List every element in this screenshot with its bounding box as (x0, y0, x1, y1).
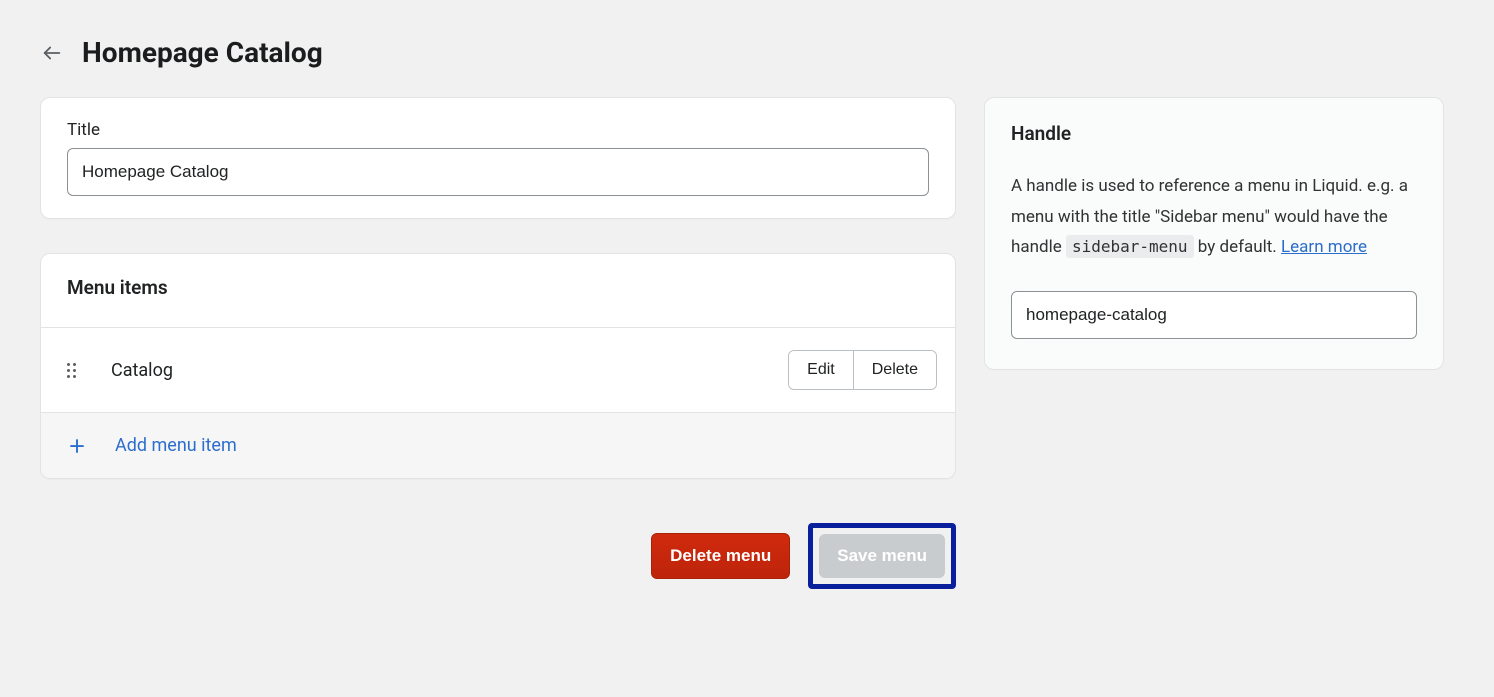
handle-title: Handle (1011, 122, 1417, 145)
actions-row: Delete menu Save menu (40, 523, 956, 589)
delete-button[interactable]: Delete (853, 351, 936, 389)
learn-more-link[interactable]: Learn more (1281, 237, 1367, 257)
title-card: Title (40, 97, 956, 219)
page-title: Homepage Catalog (82, 36, 323, 69)
menu-items-card: Menu items Catalog Edit Delete (40, 253, 956, 479)
add-menu-item-label: Add menu item (115, 435, 237, 456)
add-menu-item-row[interactable]: Add menu item (41, 413, 955, 478)
menu-items-header: Menu items (41, 254, 955, 327)
handle-code-example: sidebar-menu (1066, 235, 1194, 258)
menu-item-row: Catalog Edit Delete (41, 328, 955, 412)
back-arrow-icon[interactable] (40, 41, 64, 65)
handle-description: A handle is used to reference a menu in … (1011, 171, 1417, 263)
plus-icon (67, 436, 87, 456)
menu-item-label: Catalog (111, 360, 788, 381)
title-input[interactable] (67, 148, 929, 196)
menu-item-actions: Edit Delete (788, 350, 937, 390)
title-label: Title (67, 120, 929, 140)
handle-card: Handle A handle is used to reference a m… (984, 97, 1444, 370)
edit-button[interactable]: Edit (789, 351, 853, 389)
save-menu-button[interactable]: Save menu (819, 534, 945, 578)
handle-input[interactable] (1011, 291, 1417, 339)
drag-handle-icon[interactable] (67, 363, 83, 378)
save-button-highlight: Save menu (808, 523, 956, 589)
delete-menu-button[interactable]: Delete menu (651, 533, 790, 579)
